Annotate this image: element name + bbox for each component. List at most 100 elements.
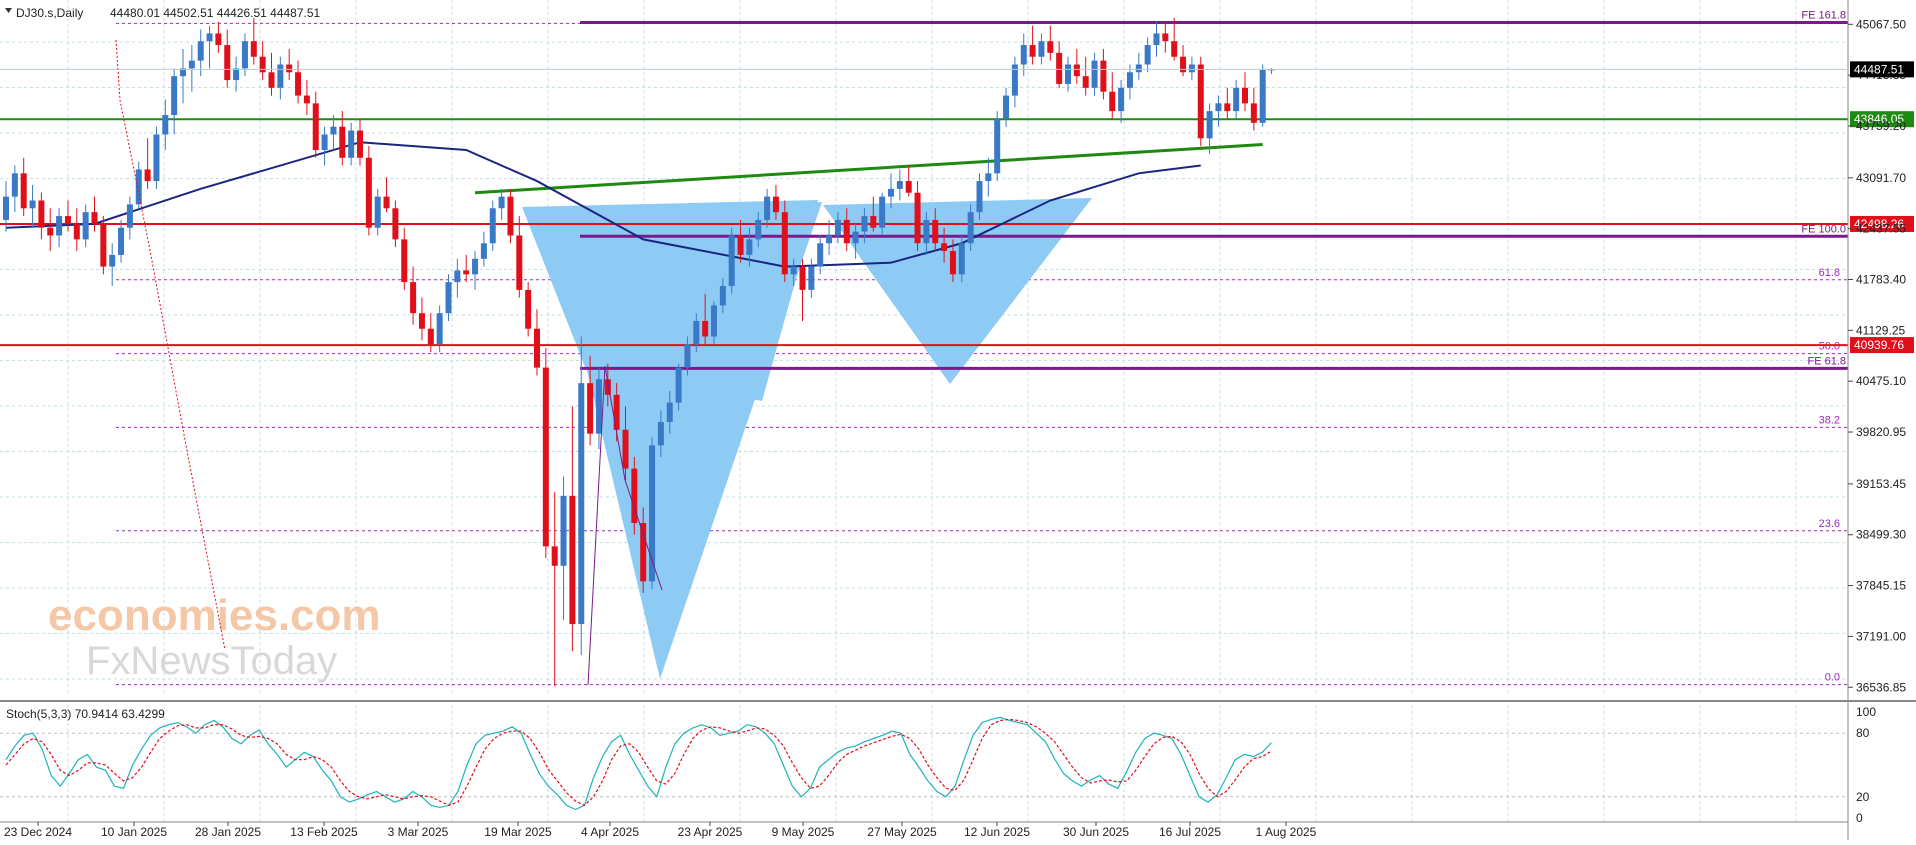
candle-body xyxy=(224,45,231,81)
candle-body xyxy=(144,169,151,182)
candle-body xyxy=(20,173,27,209)
candle-body xyxy=(1206,111,1213,139)
candle-body xyxy=(241,41,248,69)
date-tick-label: 23 Apr 2025 xyxy=(678,825,743,839)
level-label: FE 161.8 xyxy=(1801,10,1846,22)
candle-body xyxy=(1233,87,1240,112)
candle-body xyxy=(826,235,833,244)
candle-body xyxy=(932,219,939,244)
candle-body xyxy=(348,130,355,158)
date-tick-label: 10 Jan 2025 xyxy=(101,825,167,839)
date-tick-label: 19 Mar 2025 xyxy=(484,825,552,839)
candle-body xyxy=(321,134,328,150)
candle-body xyxy=(489,208,496,244)
candle-body xyxy=(1180,56,1187,73)
price-tick-label: 39153.45 xyxy=(1856,477,1906,491)
stochastic-header: Stoch(5,3,3) 70.9414 63.4299 xyxy=(6,707,165,721)
candle-body xyxy=(772,196,779,213)
candle-body xyxy=(870,216,877,228)
candle-body xyxy=(1224,103,1231,112)
candle-body xyxy=(1188,64,1195,73)
price-tick-label: 38499.30 xyxy=(1856,528,1906,542)
candle-body xyxy=(684,344,691,368)
candle-body xyxy=(843,219,850,244)
candle-body xyxy=(197,41,204,61)
candle-body xyxy=(569,495,576,625)
price-tick-label: 39820.95 xyxy=(1856,425,1906,439)
price-tick-label: 41783.40 xyxy=(1856,273,1906,287)
candle-body xyxy=(259,56,266,73)
price-tick-label: 36536.85 xyxy=(1856,680,1906,694)
candle-body xyxy=(445,282,452,314)
candle-body xyxy=(985,173,992,182)
candle-body xyxy=(560,495,567,566)
candle-body xyxy=(1126,72,1133,88)
candle-body xyxy=(153,134,160,182)
candle-body xyxy=(64,216,71,224)
candle-body xyxy=(702,320,709,337)
chart-header: DJ30.s,Daily 44480.01 44502.51 44426.51 … xyxy=(5,6,321,20)
fibo-level-label: 50.0 xyxy=(1819,341,1840,353)
candle-body xyxy=(622,429,629,469)
candle-body xyxy=(976,181,983,213)
date-tick-label: 27 May 2025 xyxy=(867,825,937,839)
candle-body xyxy=(516,235,523,290)
date-tick-label: 9 May 2025 xyxy=(772,825,835,839)
candle-body xyxy=(595,379,602,434)
candle-body xyxy=(737,235,744,255)
candle-body xyxy=(1065,64,1071,84)
candle-body xyxy=(1109,91,1116,112)
candle-body xyxy=(896,181,903,189)
candle-body xyxy=(905,181,912,193)
candle-body xyxy=(383,196,390,209)
candle-body xyxy=(1162,33,1169,42)
candle-body xyxy=(215,33,222,46)
candle-body xyxy=(268,72,275,88)
level-price-label: 40939.76 xyxy=(1854,338,1904,352)
candle-body xyxy=(1047,41,1054,53)
candle-body xyxy=(1020,45,1027,65)
candle-body xyxy=(171,76,178,116)
watermark: economies.com FxNewsToday xyxy=(48,591,381,683)
candle-body xyxy=(551,546,558,566)
candle-body xyxy=(401,239,408,283)
candle-body xyxy=(693,320,700,345)
level-label: FE 100.0 xyxy=(1801,223,1846,235)
candle-body xyxy=(1144,45,1151,65)
date-tick-label: 12 Jun 2025 xyxy=(964,825,1030,839)
candle-body xyxy=(480,243,487,259)
candle-body xyxy=(799,266,806,290)
candle-body xyxy=(755,219,762,240)
candle-body xyxy=(286,64,293,73)
date-tick-label: 30 Jun 2025 xyxy=(1063,825,1129,839)
candle-body xyxy=(126,204,133,228)
level-label: FE 61.8 xyxy=(1807,355,1846,367)
fibo-level-label: 23.6 xyxy=(1819,518,1840,530)
price-tick-label: 43091.70 xyxy=(1856,171,1906,185)
candle-body xyxy=(1153,33,1160,46)
candle-body xyxy=(1197,64,1204,139)
candle-body xyxy=(958,243,965,275)
candle-body xyxy=(711,305,717,337)
candle-body xyxy=(1250,103,1257,123)
candle-body xyxy=(578,383,585,625)
candle-body xyxy=(879,196,886,228)
candle-body xyxy=(118,227,125,255)
symbol-label: DJ30.s,Daily xyxy=(16,6,83,20)
candle-body xyxy=(357,130,363,158)
candle-body xyxy=(719,285,726,306)
date-tick-label: 3 Mar 2025 xyxy=(388,825,449,839)
candle-body xyxy=(233,68,240,81)
candle-body xyxy=(967,212,974,244)
candle-body xyxy=(994,118,1001,174)
candle-body xyxy=(250,41,257,57)
candle-body xyxy=(392,208,399,240)
candle-body xyxy=(472,258,479,275)
chart-canvas[interactable]: economies.com FxNewsToday 61.8 50.0 38.2 23… xyxy=(0,0,1916,840)
candle-body xyxy=(162,115,169,135)
candle-body xyxy=(1135,64,1142,73)
candle-body xyxy=(923,219,930,244)
candle-body xyxy=(1073,64,1080,77)
candle-body xyxy=(534,328,540,368)
date-tick-label: 16 Jul 2025 xyxy=(1159,825,1221,839)
